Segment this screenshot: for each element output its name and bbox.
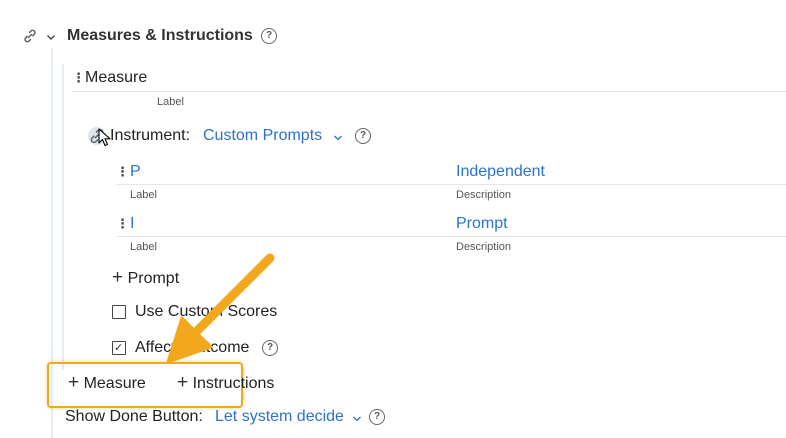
instrument-select[interactable]: Custom Prompts (203, 127, 322, 145)
check-icon: ✓ (114, 342, 124, 354)
prompt-label[interactable]: I (130, 215, 134, 233)
add-instructions-label: Instructions (192, 375, 275, 392)
measure-guide-line (62, 64, 64, 370)
use-custom-scores-checkbox[interactable] (112, 305, 126, 319)
affects-outcome-checkbox[interactable]: ✓ (112, 341, 126, 355)
prompt-label-caption: Label (130, 189, 157, 201)
instrument-label: Instrument: (110, 127, 191, 144)
chevron-down-icon[interactable] (352, 411, 362, 422)
divider (116, 184, 786, 185)
measure-name[interactable]: Measure (85, 69, 147, 87)
divider (72, 91, 786, 92)
help-icon[interactable]: ? (261, 28, 277, 44)
prompt-description-caption: Description (456, 241, 512, 253)
help-icon[interactable]: ? (355, 128, 371, 144)
prompt-description-caption: Description (456, 189, 512, 201)
help-icon[interactable]: ? (369, 409, 385, 425)
divider (116, 236, 786, 237)
help-icon[interactable]: ? (262, 340, 278, 356)
use-custom-scores-label[interactable]: Use Custom Scores (135, 303, 277, 321)
show-done-label: Show Done Button: (65, 408, 203, 425)
drag-handle-icon[interactable]: ⋮ (72, 70, 85, 86)
prompt-description[interactable]: Independent (456, 163, 545, 181)
prompt-description[interactable]: Prompt (456, 215, 508, 233)
chevron-down-icon[interactable] (333, 130, 343, 141)
chevron-down-icon[interactable] (45, 30, 57, 42)
prompt-label-caption: Label (130, 241, 157, 253)
measure-label-caption: Label (157, 96, 184, 108)
link-icon[interactable] (22, 28, 38, 44)
add-instructions-button[interactable]: + Instructions (177, 372, 274, 394)
show-done-select[interactable]: Let system decide (215, 408, 344, 426)
prompt-label[interactable]: P (130, 163, 141, 181)
plus-icon: + (177, 372, 189, 393)
add-prompt-label: Prompt (127, 270, 180, 287)
drag-handle-icon[interactable]: ⋮ (116, 164, 129, 180)
add-prompt-button[interactable]: + Prompt (112, 267, 179, 289)
drag-handle-icon[interactable]: ⋮ (116, 216, 129, 232)
section-title: Measures & Instructions (67, 27, 253, 44)
plus-icon: + (112, 267, 124, 288)
affects-outcome-label[interactable]: Affects outcome (135, 339, 249, 357)
